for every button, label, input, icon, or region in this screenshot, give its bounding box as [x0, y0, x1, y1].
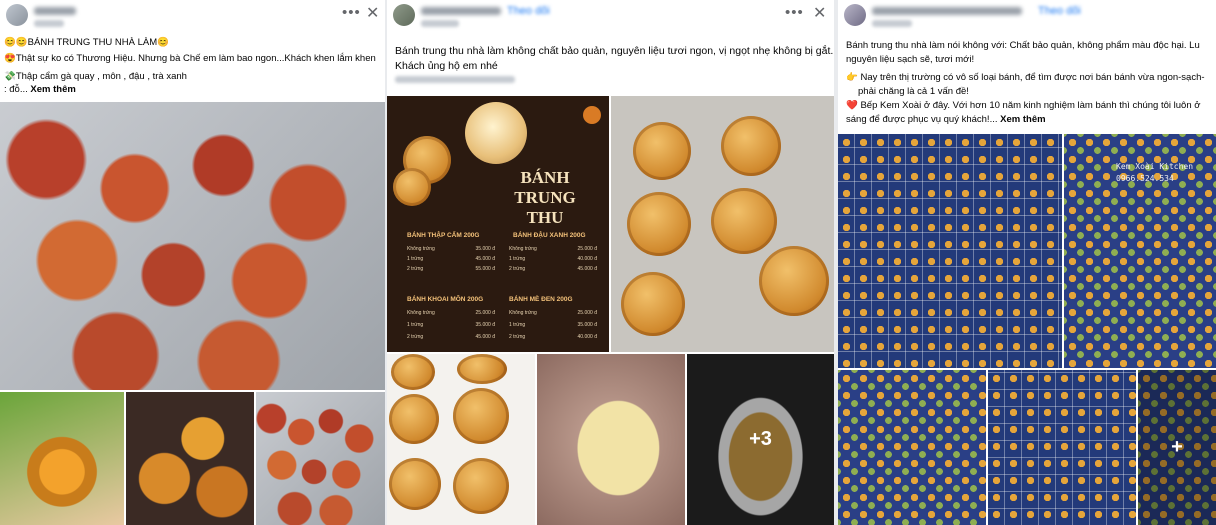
- see-more-link[interactable]: Xem thêm: [1000, 114, 1045, 125]
- close-icon[interactable]: ✕: [366, 3, 379, 23]
- menu-row: 2 trứng 45.000 đ: [407, 334, 495, 340]
- menu-row: 2 trứng 45.000 đ: [509, 266, 597, 272]
- post-card-2: Theo dõi ••• ✕ Bánh trung thu nhà làm kh…: [387, 0, 834, 525]
- post-text-line: 😊😊BÁNH TRUNG THU NHÀ LÀM😊: [4, 37, 169, 48]
- post-photo[interactable]: [537, 354, 685, 525]
- menu-title: BÁNH TRUNG THU: [514, 168, 576, 227]
- menu-row: Không trứng 25.000 đ: [407, 310, 495, 316]
- menu-row: 1 trứng 45.000 đ: [407, 256, 495, 262]
- menu-section-title: BÁNH MÈ ĐEN 200G: [509, 296, 573, 303]
- post-meta: [872, 20, 912, 27]
- post-text-line: 👉 Nay trên thị trường có vô số loại bánh…: [846, 72, 1205, 83]
- post-text-line: Khách ủng hộ em nhé: [395, 60, 498, 72]
- post-text-line: 😍Thật sự ko có Thương Hiệu. Nhưng bà Chế…: [4, 53, 376, 64]
- mooncake-graphic: [393, 168, 431, 206]
- menu-section-title: BÁNH ĐẬU XANH 200G: [513, 232, 586, 239]
- follow-link[interactable]: Theo dõi: [507, 5, 550, 17]
- avatar[interactable]: [393, 4, 415, 26]
- more-horizontal-icon[interactable]: •••: [342, 4, 361, 21]
- author-name[interactable]: [34, 7, 76, 15]
- more-photos-count[interactable]: +3: [687, 354, 834, 525]
- post-text-line: phải chăng là cả 1 vấn đề!: [858, 86, 969, 97]
- more-horizontal-icon[interactable]: •••: [785, 4, 804, 21]
- post-photo-more[interactable]: +3: [687, 354, 834, 525]
- menu-row: 1 trứng 35.000 đ: [407, 322, 495, 328]
- watermark-text: 0966.524.534: [1116, 174, 1174, 183]
- watermark-text: Kem Xoài Kitchen: [1116, 162, 1194, 171]
- post-photo[interactable]: [126, 392, 254, 525]
- post-text-line: nguyên liệu sạch sẽ, tươi mới!: [846, 54, 975, 65]
- menu-row: Không trứng 25.000 đ: [509, 246, 597, 252]
- post-header: ••• ✕: [0, 0, 385, 38]
- see-more-link[interactable]: Xem thêm: [30, 84, 75, 95]
- close-icon[interactable]: ✕: [813, 3, 826, 23]
- post-meta: [421, 20, 459, 27]
- menu-row: 1 trứng 40.000 đ: [509, 256, 597, 262]
- menu-row: 2 trứng 55.000 đ: [407, 266, 495, 272]
- post-card-1: ••• ✕ 😊😊BÁNH TRUNG THU NHÀ LÀM😊 😍Thật sự…: [0, 0, 385, 525]
- author-name[interactable]: [421, 7, 501, 15]
- post-text-line: Bánh trung thu nhà làm nói không với: Ch…: [846, 40, 1200, 51]
- post-photo[interactable]: [988, 370, 1136, 525]
- post-text-line: ❤️ Bếp Kem Xoài ở đây. Với hơn 10 năm ki…: [846, 100, 1201, 111]
- post-photo-main[interactable]: [0, 102, 385, 390]
- menu-row: Không trứng 35.000 đ: [407, 246, 495, 252]
- post-photo-more[interactable]: +: [1138, 370, 1216, 525]
- post-meta: [34, 20, 64, 27]
- post-photo[interactable]: [611, 96, 834, 352]
- post-header: Theo dõi: [838, 0, 1216, 38]
- post-photo[interactable]: [256, 392, 385, 525]
- menu-section-title: BÁNH KHOAI MÔN 200G: [407, 296, 484, 303]
- post-photo[interactable]: [838, 370, 986, 525]
- follow-link[interactable]: Theo dõi: [1038, 5, 1081, 17]
- post-photo[interactable]: [387, 354, 535, 525]
- post-photo-menu[interactable]: BÁNH TRUNG THU BÁNH THẬP CẨM 200G Không …: [387, 96, 609, 352]
- post-text-line: sáng để được phục vụ quý khách!... Xem t…: [846, 112, 1046, 127]
- more-photos-count[interactable]: +: [1138, 370, 1216, 525]
- menu-row: 2 trứng 40.000 đ: [509, 334, 597, 340]
- post-photo[interactable]: [0, 392, 124, 525]
- moon-graphic: [465, 102, 527, 164]
- post-card-3: Theo dõi Bánh trung thu nhà làm nói khôn…: [838, 0, 1216, 525]
- post-text-line: : đỗ... Xem thêm: [4, 82, 76, 97]
- post-photo[interactable]: [838, 134, 1062, 368]
- post-photo[interactable]: Kem Xoài Kitchen 0966.524.534: [1064, 134, 1216, 368]
- menu-row: Không trứng 25.000 đ: [509, 310, 597, 316]
- logo-icon: [583, 106, 601, 124]
- post-text-line: Bánh trung thu nhà làm không chất bảo qu…: [395, 45, 834, 57]
- post-header: Theo dõi ••• ✕: [387, 0, 834, 38]
- menu-row: 1 trứng 35.000 đ: [509, 322, 597, 328]
- post-text-tail: sáng để được phục vụ quý khách!...: [846, 114, 998, 125]
- author-name[interactable]: [872, 7, 1022, 15]
- reaction-bar[interactable]: [395, 76, 515, 83]
- menu-section-title: BÁNH THẬP CẨM 200G: [407, 232, 480, 239]
- avatar[interactable]: [6, 4, 28, 26]
- avatar[interactable]: [844, 4, 866, 26]
- post-text-tail: : đỗ...: [4, 84, 28, 95]
